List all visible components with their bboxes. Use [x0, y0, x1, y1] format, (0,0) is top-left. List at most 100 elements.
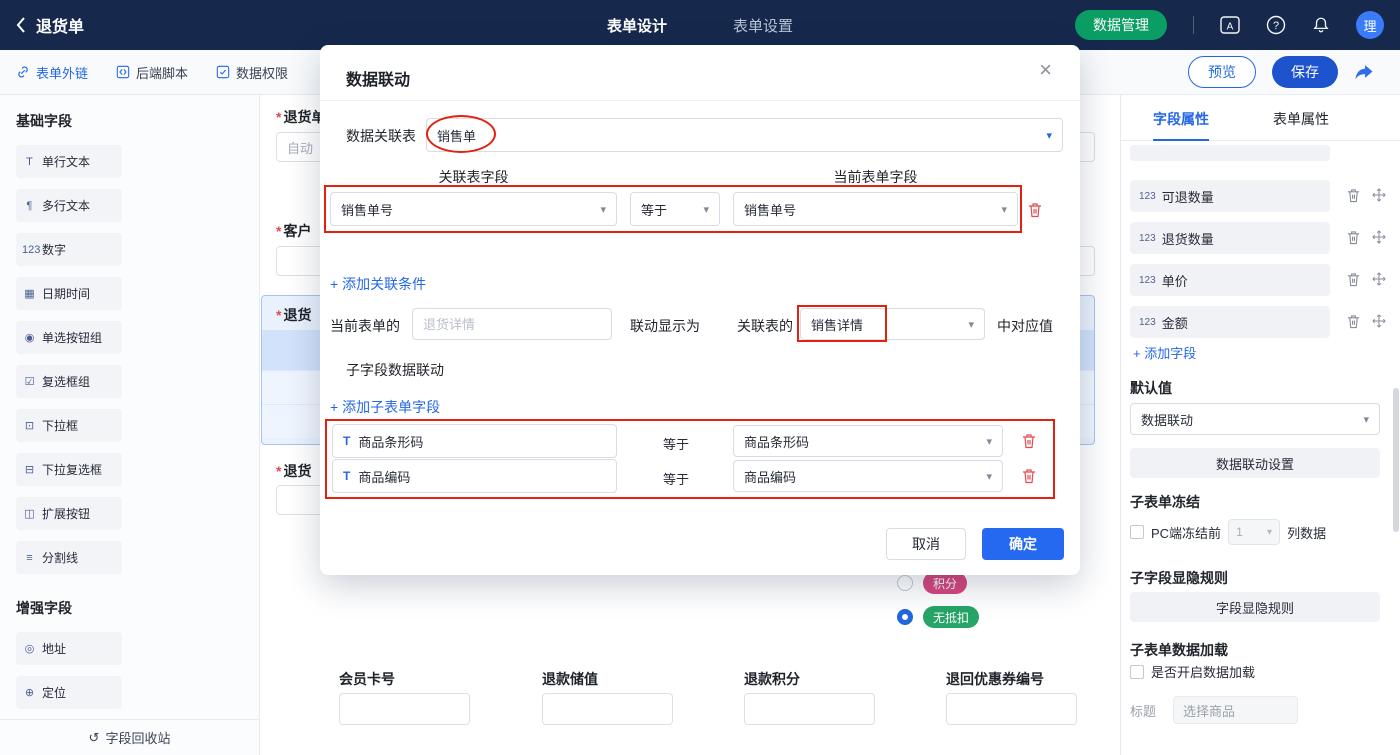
checkbox-icon[interactable] [1130, 525, 1144, 539]
subfield-left-field[interactable]: T 商品编码 [332, 459, 617, 493]
refund-points-input[interactable] [744, 693, 875, 725]
radio-option-points[interactable]: 积分 [897, 572, 967, 594]
topbar-tabs: 表单设计 表单设置 [607, 15, 793, 36]
delete-field-icon[interactable] [1347, 272, 1360, 287]
svg-text:?: ? [1273, 20, 1279, 32]
coupon-number-input[interactable] [946, 693, 1077, 725]
related-field-dropdown[interactable]: 销售详情 ▾ [800, 308, 985, 340]
field-row-return-qty[interactable]: 123退货数量 [1130, 222, 1330, 254]
preview-button[interactable]: 预览 [1188, 56, 1256, 88]
field-item-address[interactable]: ◎地址 [16, 632, 122, 665]
subfield-operator: 等于 [650, 434, 702, 453]
toolbar-item-label: 表单外链 [36, 63, 88, 82]
share-icon[interactable] [1354, 64, 1374, 81]
field-recycle-bin[interactable]: ↺ 字段回收站 [0, 719, 259, 755]
required-mark: * [276, 223, 281, 239]
field-item-checkbox-group[interactable]: ☑复选框组 [16, 365, 122, 398]
number-icon: 123 [1139, 317, 1156, 328]
current-field-input[interactable] [412, 308, 612, 340]
subfield-left-field[interactable]: T 商品条形码 [332, 424, 617, 458]
option-badge: 无抵扣 [923, 606, 979, 628]
radio-selected-icon[interactable] [897, 609, 913, 625]
data-load-option-row: 是否开启数据加载 [1130, 662, 1255, 681]
chevron-down-icon: ▾ [703, 203, 709, 216]
toolbar-item-backend-script[interactable]: 后端脚本 [116, 63, 188, 82]
close-icon[interactable]: × [1039, 59, 1052, 81]
confirm-button[interactable]: 确定 [982, 528, 1064, 560]
data-linkage-settings-button[interactable]: 数据联动设置 [1130, 448, 1380, 478]
field-item-extend-button[interactable]: ◫扩展按钮 [16, 497, 122, 530]
subfield-right-dropdown[interactable]: 商品条形码 ▾ [733, 425, 1003, 457]
freeze-count-dropdown[interactable]: 1▾ [1228, 519, 1280, 545]
delete-subfield-icon[interactable] [1022, 468, 1036, 484]
delete-field-icon[interactable] [1347, 230, 1360, 245]
chevron-down-icon: ▾ [1267, 527, 1272, 538]
move-field-icon[interactable] [1372, 188, 1386, 202]
refund-stored-value-input[interactable] [542, 693, 673, 725]
required-mark: * [276, 109, 281, 125]
radio-icon[interactable] [897, 575, 913, 591]
properties-tabs: 字段属性 表单属性 [1121, 95, 1400, 141]
field-item-location[interactable]: ⊕定位 [16, 676, 122, 709]
field-item-multi-dropdown[interactable]: ⊟下拉复选框 [16, 453, 122, 486]
field-item-number[interactable]: 123数字 [16, 233, 122, 266]
app-screen: 退货单 表单设计 表单设置 数据管理 A ? 理 表单外链 [0, 0, 1400, 755]
default-value-title: 默认值 [1130, 378, 1172, 398]
help-icon[interactable]: ? [1266, 15, 1286, 35]
notification-bell-icon[interactable] [1312, 16, 1330, 34]
checkbox-icon[interactable] [1130, 665, 1144, 679]
chevron-down-icon: ▾ [968, 318, 974, 331]
select-product-field[interactable]: 选择商品 [1173, 696, 1298, 724]
delete-condition-icon[interactable] [1028, 202, 1042, 218]
save-button[interactable]: 保存 [1272, 56, 1338, 88]
move-field-icon[interactable] [1372, 314, 1386, 328]
field-item-multi-line-text[interactable]: ¶多行文本 [16, 189, 122, 222]
move-field-icon[interactable] [1372, 272, 1386, 286]
language-icon[interactable]: A [1220, 16, 1240, 34]
tab-form-settings[interactable]: 表单设置 [733, 15, 793, 36]
calendar-icon: ▦ [22, 287, 37, 300]
top-bar: 退货单 表单设计 表单设置 数据管理 A ? 理 [0, 0, 1400, 50]
subfield-rules-title: 子字段显隐规则 [1130, 568, 1228, 588]
delete-subfield-icon[interactable] [1022, 433, 1036, 449]
field-item-radio-group[interactable]: ◉单选按钮组 [16, 321, 122, 354]
field-item-divider[interactable]: ≡分割线 [16, 541, 122, 574]
data-manage-button[interactable]: 数据管理 [1075, 10, 1167, 40]
toolbar-item-data-permission[interactable]: 数据权限 [216, 63, 288, 82]
scrollbar[interactable] [1393, 388, 1399, 532]
field-item-datetime[interactable]: ▦日期时间 [16, 277, 122, 310]
add-condition-link[interactable]: + 添加关联条件 [330, 274, 426, 294]
data-linkage-modal: 数据联动 × 数据关联表 销售单 ▾ 关联表字段 当前表单字段 销售单号 ▾ 等… [320, 45, 1080, 575]
move-field-icon[interactable] [1372, 230, 1386, 244]
field-item-dropdown[interactable]: ⊡下拉框 [16, 409, 122, 442]
condition-operator-dropdown[interactable]: 等于 ▾ [630, 192, 720, 226]
field-row-amount[interactable]: 123金额 [1130, 306, 1330, 338]
member-card-input[interactable] [339, 693, 470, 725]
tab-form-design[interactable]: 表单设计 [607, 15, 667, 36]
relation-table-dropdown[interactable]: 销售单 ▾ [426, 118, 1063, 152]
delete-field-icon[interactable] [1347, 188, 1360, 203]
add-subfield-link[interactable]: + 添加子表单字段 [330, 397, 440, 417]
radio-option-no-deduction[interactable]: 无抵扣 [897, 606, 979, 628]
chevron-down-icon: ▾ [600, 203, 606, 216]
condition-right-dropdown[interactable]: 销售单号 ▾ [733, 192, 1018, 226]
number-icon: 123 [22, 244, 37, 256]
tab-field-properties[interactable]: 字段属性 [1153, 109, 1209, 129]
back-icon[interactable] [16, 17, 26, 33]
field-row-returnable-qty[interactable]: 123可退数量 [1130, 180, 1330, 212]
subfield-right-dropdown[interactable]: 商品编码 ▾ [733, 460, 1003, 492]
modal-title: 数据联动 [346, 66, 410, 90]
condition-left-dropdown[interactable]: 销售单号 ▾ [330, 192, 617, 226]
delete-field-icon[interactable] [1347, 314, 1360, 329]
default-value-dropdown[interactable]: 数据联动 ▾ [1130, 403, 1380, 435]
field-visibility-rules-button[interactable]: 字段显隐规则 [1130, 592, 1380, 622]
toolbar-item-label: 数据权限 [236, 63, 288, 82]
title-row-label: 标题 [1130, 701, 1156, 720]
toolbar-item-external-link[interactable]: 表单外链 [16, 63, 88, 82]
cancel-button[interactable]: 取消 [886, 528, 966, 560]
add-field-link[interactable]: + 添加字段 [1133, 343, 1196, 362]
tab-form-properties[interactable]: 表单属性 [1273, 109, 1329, 129]
avatar[interactable]: 理 [1356, 11, 1384, 39]
field-row-unit-price[interactable]: 123单价 [1130, 264, 1330, 296]
field-item-single-line-text[interactable]: T单行文本 [16, 145, 122, 178]
